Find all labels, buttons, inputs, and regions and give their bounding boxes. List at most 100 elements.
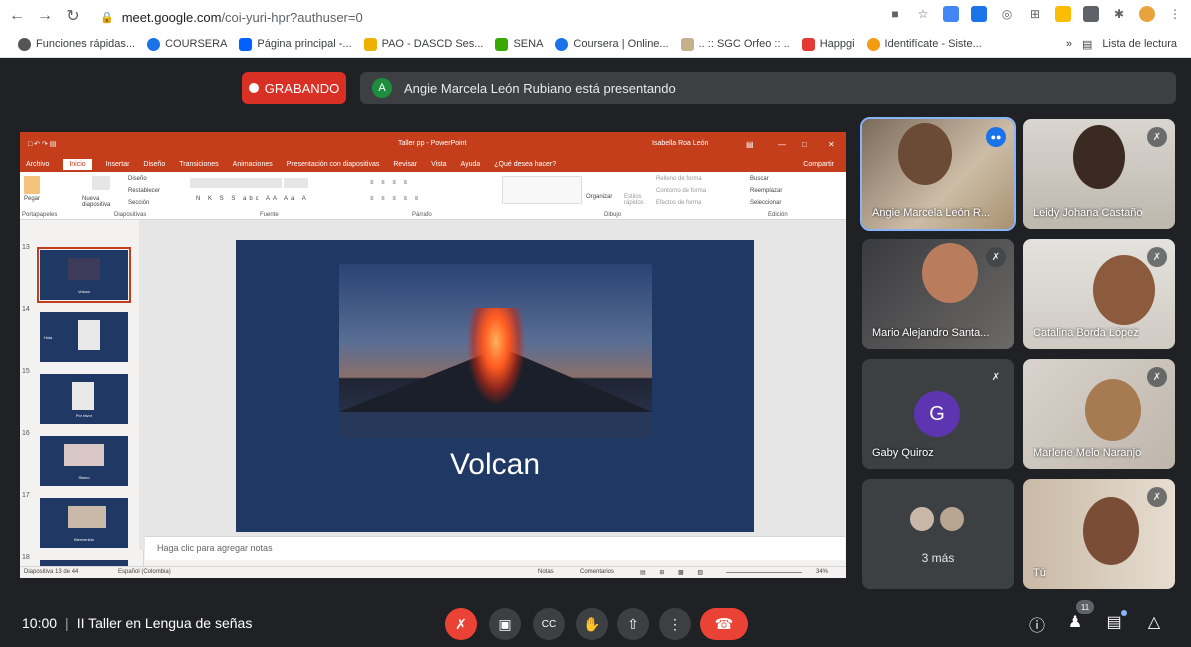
- ppt-ribbon: Pegar Nueva diapositiva Diseño Restablec…: [20, 172, 846, 220]
- bookmark-identificate[interactable]: Identifícate - Siste...: [866, 37, 982, 51]
- participant-mini-avatar: [908, 505, 936, 533]
- ribbon-display-icon: ▤: [746, 140, 754, 149]
- recording-dot-icon: [248, 83, 259, 93]
- recording-badge[interactable]: GRABANDO: [242, 72, 346, 104]
- participant-name: Marlene Melo Naranjo: [1033, 447, 1142, 459]
- extension-icon[interactable]: [971, 6, 987, 22]
- zoom-slider: [726, 572, 802, 573]
- reset-label: Restablecer: [128, 188, 161, 194]
- recording-label: GRABANDO: [264, 80, 340, 96]
- people-count-badge: 11: [1076, 600, 1094, 614]
- bookmark-sgc-orfeo[interactable]: .. :: SGC Orfeo :: ..: [680, 37, 790, 51]
- participant-tile[interactable]: G ✗ Gaby Quiroz: [862, 359, 1014, 469]
- profile-avatar[interactable]: [1139, 6, 1155, 22]
- bookmark-coursera-online[interactable]: Coursera | Online...: [555, 37, 669, 51]
- participant-tile[interactable]: ✗ Catalina Borda López: [1023, 239, 1175, 349]
- self-view-tile[interactable]: ✗ Tú: [1023, 479, 1175, 589]
- extension-icon[interactable]: [943, 6, 959, 22]
- bookmark-pao[interactable]: PAO - DASCD Ses...: [363, 37, 483, 51]
- more-participants-tile[interactable]: 3 más: [862, 479, 1014, 589]
- paste-icon: [24, 176, 40, 194]
- meeting-time: 10:00: [22, 615, 58, 631]
- zoom-level: 34%: [816, 569, 829, 575]
- tell-me-field: ¿Qué desea hacer?: [494, 160, 557, 168]
- bookmark-happgi[interactable]: Happgi: [801, 37, 855, 51]
- thumb-image: [72, 382, 94, 410]
- minimize-icon: —: [778, 140, 786, 149]
- ppt-status-bar: Diapositiva 13 de 44 Español (Colombia) …: [20, 566, 846, 578]
- volcano-eruption: [467, 308, 525, 404]
- tab-revisar: Revisar: [393, 160, 418, 168]
- address-bar[interactable]: 🔒 meet.google.com/coi-yuri-hpr?authuser=…: [100, 5, 880, 29]
- extension-icon[interactable]: [1083, 6, 1099, 22]
- mic-off-button[interactable]: ✗: [445, 608, 477, 640]
- forward-arrow-icon[interactable]: →: [34, 5, 56, 27]
- puzzle-icon[interactable]: ✱: [1111, 6, 1127, 22]
- select-label: Seleccionar: [750, 200, 782, 206]
- meeting-info: 10:00 | II Taller en Lengua de señas: [22, 615, 252, 631]
- bookmark-sena[interactable]: SENA: [495, 37, 543, 51]
- ppt-user: Isabella Roa León: [652, 140, 709, 147]
- raise-hand-button[interactable]: ✋: [576, 608, 608, 640]
- bookmark-coursera[interactable]: COURSERA: [147, 37, 227, 51]
- reading-list-button[interactable]: Lista de lectura: [1102, 38, 1177, 50]
- camera-button[interactable]: ▣: [489, 608, 521, 640]
- person-silhouette: [898, 123, 952, 185]
- extension-icon[interactable]: ⊞: [1027, 6, 1043, 22]
- new-slide-icon: [92, 176, 110, 190]
- comments-toggle: Comentarios: [580, 569, 615, 575]
- slide-thumbnails: 13 Volcan 14 Hola 15 Por favor 16 Sismo …: [20, 220, 144, 566]
- extension-icon[interactable]: ◎: [999, 6, 1015, 22]
- participant-tile[interactable]: ✗ Marlene Melo Naranjo: [1023, 359, 1175, 469]
- captions-button[interactable]: CC: [533, 608, 565, 640]
- language: Español (Colombia): [118, 569, 171, 575]
- present-button[interactable]: ⇧: [617, 608, 649, 640]
- ppt-window-title: Taller pp - PowerPoint: [398, 140, 467, 147]
- end-call-button[interactable]: ☎: [700, 608, 748, 640]
- paste-label: Pegar: [24, 196, 41, 202]
- participant-tile[interactable]: ✗ Mario Alejandro Santa...: [862, 239, 1014, 349]
- maximize-icon: □: [802, 140, 807, 149]
- person-silhouette: [1083, 497, 1139, 565]
- thumbnail-slide: Bienvenido: [40, 498, 128, 548]
- activities-icon[interactable]: △: [1143, 612, 1165, 632]
- bookmarks-right: » ▤ Lista de lectura: [1066, 38, 1177, 51]
- thumbnail-slide: Sismo: [40, 436, 128, 486]
- thumb-number: 18: [22, 554, 30, 561]
- participant-mini-avatar: [938, 505, 966, 533]
- back-arrow-icon[interactable]: ←: [6, 5, 28, 27]
- extension-icon[interactable]: [1055, 6, 1071, 22]
- group-editing: Edición: [768, 212, 788, 218]
- group-slides: Diapositivas: [114, 212, 147, 218]
- person-silhouette: [1085, 379, 1141, 441]
- thumb-image: [68, 506, 106, 528]
- camera-indicator-icon[interactable]: ■: [887, 6, 903, 22]
- bookmark-home[interactable]: Página principal -...: [239, 37, 352, 51]
- font-format-icons: N K S S abc AA Aa A: [196, 196, 309, 202]
- group-paragraph: Párrafo: [412, 212, 432, 218]
- participant-name: Gaby Quiroz: [872, 447, 934, 459]
- mic-off-icon: ✗: [986, 247, 1006, 267]
- star-icon[interactable]: ☆: [915, 6, 931, 22]
- coursera-icon: [555, 37, 569, 51]
- more-options-button[interactable]: ⋮: [659, 608, 691, 640]
- person-silhouette: [1073, 125, 1125, 189]
- meeting-details-icon[interactable]: ⓘ: [1026, 612, 1048, 636]
- bookmark-apps[interactable]: Funciones rápidas...: [18, 37, 135, 51]
- people-icon[interactable]: ♟: [1064, 612, 1086, 632]
- lock-icon: 🔒: [100, 11, 114, 24]
- mic-off-icon: ✗: [1147, 487, 1167, 507]
- tab-transiciones: Transiciones: [179, 160, 219, 168]
- meeting-name: II Taller en Lengua de señas: [76, 615, 253, 631]
- participant-tile[interactable]: ✗ Leidy Johana Castaño: [1023, 119, 1175, 229]
- shared-screen: □ ↶ ↷ ▤ Taller pp - PowerPoint Isabella …: [20, 132, 846, 578]
- slide-title: Volcan: [449, 448, 541, 481]
- more-bookmarks-button[interactable]: »: [1066, 38, 1072, 50]
- reload-icon[interactable]: ↻: [62, 5, 84, 27]
- thumb-number: 17: [22, 492, 30, 499]
- mic-off-icon: ✗: [1147, 247, 1167, 267]
- participant-tile[interactable]: ●● Angie Marcela León R...: [860, 117, 1016, 231]
- thumbnail-slide: Por favor: [40, 374, 128, 424]
- tab-insertar: Insertar: [105, 160, 130, 168]
- kebab-menu-icon[interactable]: ⋮: [1167, 6, 1183, 22]
